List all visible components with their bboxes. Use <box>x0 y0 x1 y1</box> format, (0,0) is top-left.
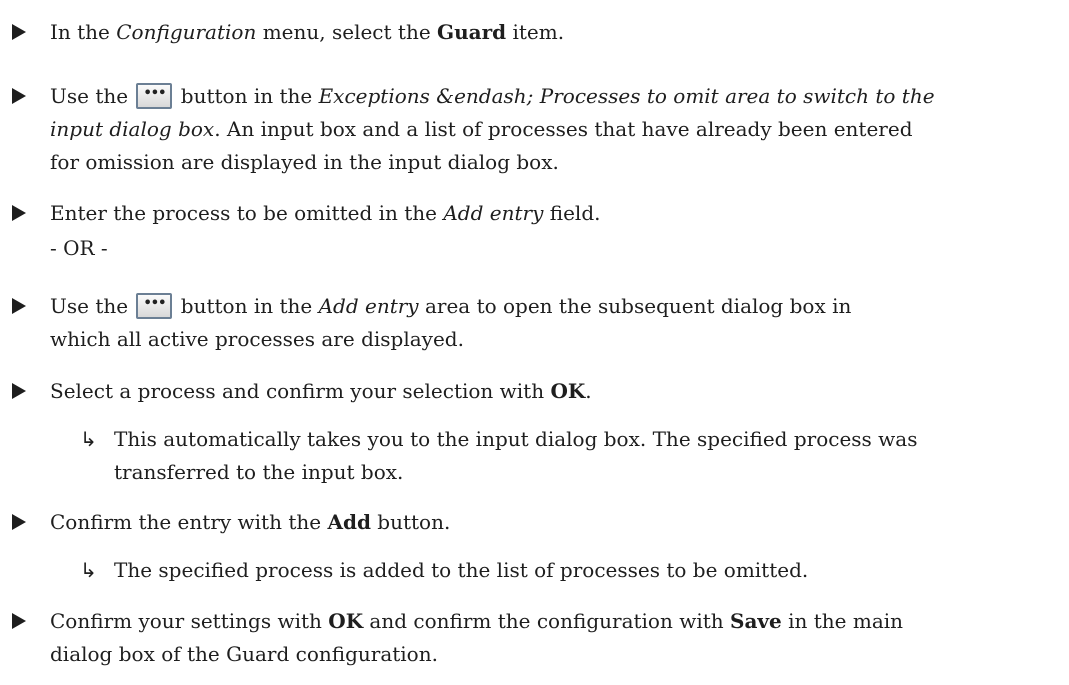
bullet-triangle-icon <box>12 205 26 221</box>
bullet-triangle-icon <box>12 88 26 104</box>
result-arrow-icon: ↳ <box>80 427 97 451</box>
bullet-triangle-icon <box>12 613 26 629</box>
or-separator: - OR - <box>50 236 108 260</box>
bullet-triangle-icon <box>12 298 26 314</box>
button-name-save: Save <box>730 609 782 633</box>
area-name-add-entry: Add entry <box>318 294 419 318</box>
button-name-ok: OK <box>328 609 364 633</box>
field-name-add-entry: Add entry <box>443 201 544 225</box>
bullet-triangle-icon <box>12 514 26 530</box>
result-arrow-icon: ↳ <box>80 558 97 582</box>
area-name-exceptions: Exceptions &endash; Processes to omit ar… <box>318 84 935 108</box>
menu-name-configuration: Configuration <box>116 20 257 44</box>
button-name-ok: OK <box>550 379 586 403</box>
bullet-triangle-icon <box>12 24 26 40</box>
button-name-add: Add <box>327 510 371 534</box>
item-name-guard: Guard <box>437 20 507 44</box>
bullet-triangle-icon <box>12 383 26 399</box>
ellipsis-button-icon: ••• <box>136 83 173 109</box>
instruction-document: In the Configuration menu, select the Gu… <box>0 0 1069 685</box>
ellipsis-button-icon: ••• <box>136 293 173 319</box>
